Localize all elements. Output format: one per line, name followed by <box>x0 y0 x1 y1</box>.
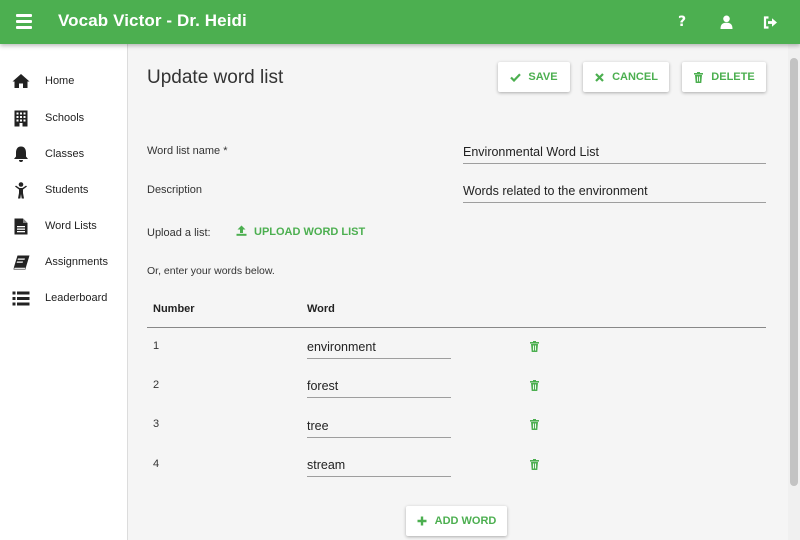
app-title: Vocab Victor - Dr. Heidi <box>58 11 247 30</box>
column-header-word: Word <box>307 303 335 315</box>
sidebar: Home Schools Classes Students Word Lists… <box>0 44 128 540</box>
row-number: 4 <box>153 458 160 470</box>
page-title: Update word list <box>147 67 284 88</box>
menu-icon[interactable] <box>16 14 32 29</box>
book-icon <box>12 253 30 271</box>
trash-icon[interactable] <box>528 379 540 391</box>
enter-words-hint: Or, enter your words below. <box>147 265 275 277</box>
sidebar-item-classes[interactable]: Classes <box>0 139 127 169</box>
app-bar: Vocab Victor - Dr. Heidi ? <box>0 0 800 44</box>
upload-list-label: Upload a list: <box>147 227 211 239</box>
word-input[interactable] <box>307 453 451 477</box>
word-input[interactable] <box>307 414 451 438</box>
trash-icon[interactable] <box>528 418 540 430</box>
add-word-button-label: ADD WORD <box>434 515 497 527</box>
main-content: Update word list SAVE CANCEL DELETE Word… <box>128 44 788 540</box>
cancel-button[interactable]: CANCEL <box>583 62 669 92</box>
row-number: 2 <box>153 379 160 391</box>
sidebar-item-word-lists[interactable]: Word Lists <box>0 211 127 241</box>
building-icon <box>12 109 30 127</box>
upload-word-list-button[interactable]: UPLOAD WORD LIST <box>236 225 365 239</box>
scrollbar-track[interactable] <box>788 44 800 540</box>
logout-icon[interactable] <box>760 12 780 32</box>
word-input[interactable] <box>307 335 451 359</box>
add-word-button[interactable]: ADD WORD <box>406 506 507 536</box>
sidebar-item-label: Students <box>45 184 89 196</box>
delete-button[interactable]: DELETE <box>682 62 766 92</box>
sidebar-item-label: Home <box>45 75 75 87</box>
row-number: 3 <box>153 418 160 430</box>
sidebar-item-students[interactable]: Students <box>0 175 127 205</box>
word-input[interactable] <box>307 374 451 398</box>
document-icon <box>12 217 30 235</box>
upload-icon <box>236 225 247 239</box>
plus-icon <box>417 516 428 527</box>
sidebar-item-label: Assignments <box>45 256 108 268</box>
trash-icon <box>693 71 704 83</box>
description-label: Description <box>147 184 203 196</box>
column-header-number: Number <box>153 303 195 315</box>
description-input[interactable] <box>463 179 766 203</box>
table-header-divider <box>147 327 766 328</box>
close-icon <box>594 72 605 83</box>
user-icon[interactable] <box>716 12 736 32</box>
sidebar-item-leaderboard[interactable]: Leaderboard <box>0 283 127 313</box>
check-icon <box>510 72 522 83</box>
save-button-label: SAVE <box>528 71 558 83</box>
word-list-name-label: Word list name * <box>147 145 228 157</box>
list-icon <box>12 289 30 307</box>
sidebar-item-label: Word Lists <box>45 220 97 232</box>
sidebar-item-label: Schools <box>45 112 85 124</box>
sidebar-item-home[interactable]: Home <box>0 66 127 96</box>
scrollbar-thumb[interactable] <box>790 58 798 486</box>
sidebar-item-schools[interactable]: Schools <box>0 103 127 133</box>
sidebar-item-label: Classes <box>45 148 85 160</box>
delete-button-label: DELETE <box>711 71 755 83</box>
trash-icon[interactable] <box>528 340 540 352</box>
row-number: 1 <box>153 340 160 352</box>
sidebar-item-label: Leaderboard <box>45 292 108 304</box>
upload-word-list-label: UPLOAD WORD LIST <box>254 226 366 238</box>
word-list-name-input[interactable] <box>463 140 766 164</box>
home-icon <box>12 72 30 90</box>
help-icon[interactable]: ? <box>672 12 692 32</box>
trash-icon[interactable] <box>528 458 540 470</box>
child-icon <box>12 181 30 199</box>
sidebar-item-assignments[interactable]: Assignments <box>0 247 127 277</box>
cancel-button-label: CANCEL <box>612 71 658 83</box>
save-button[interactable]: SAVE <box>498 62 570 92</box>
bell-icon <box>12 145 30 163</box>
